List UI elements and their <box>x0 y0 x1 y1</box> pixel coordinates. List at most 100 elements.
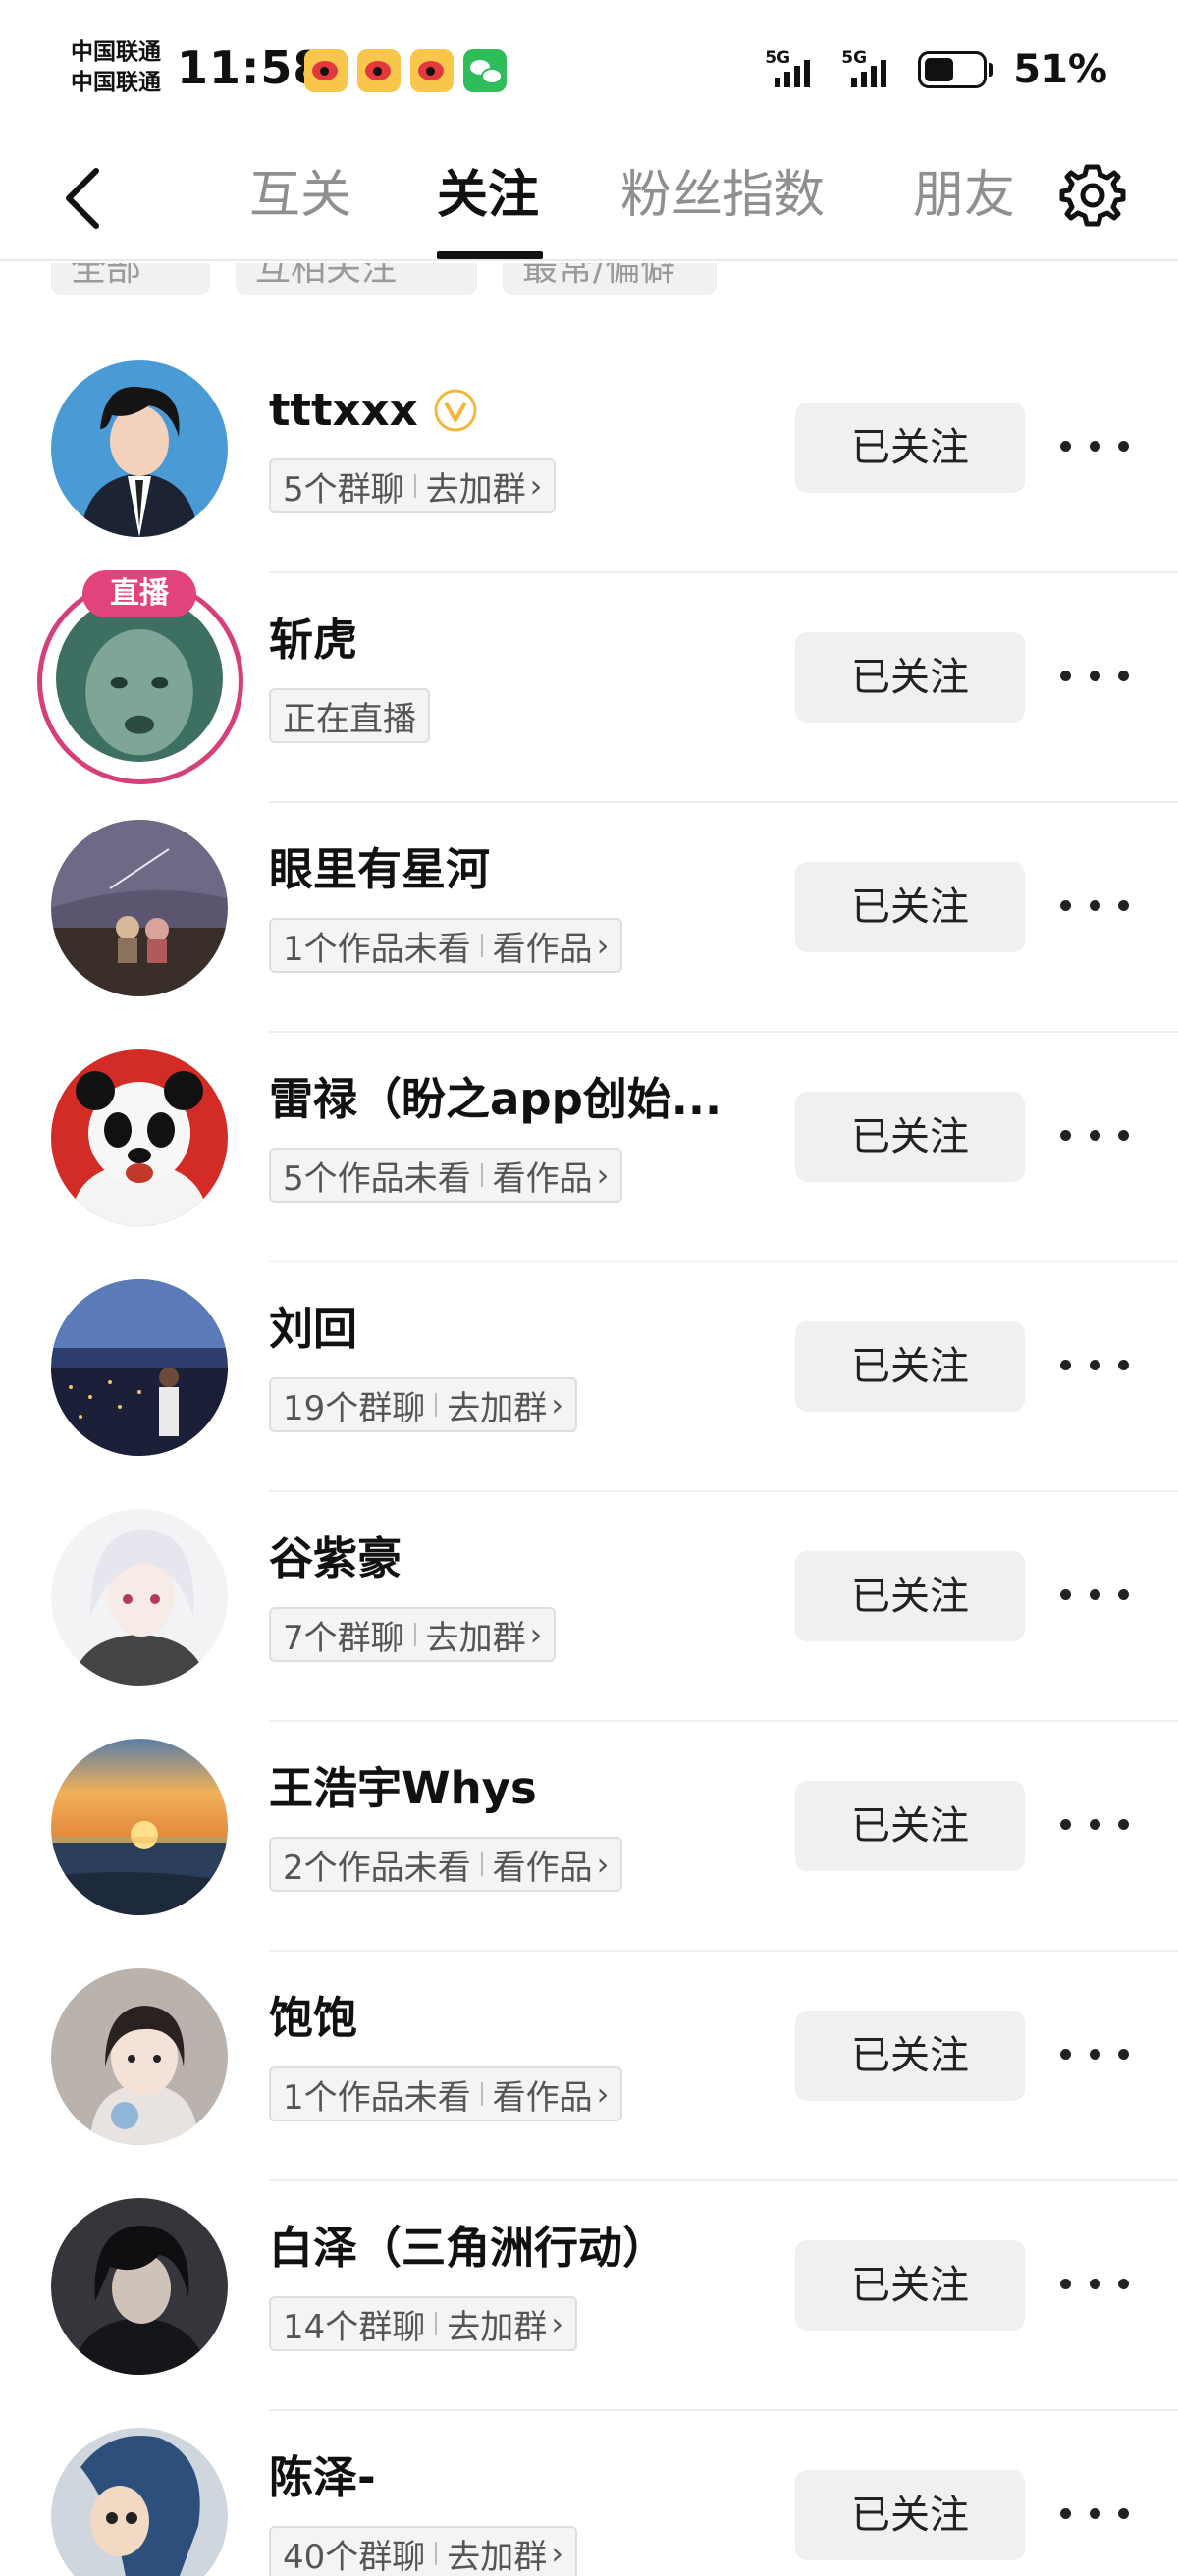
list-item[interactable]: 陈泽- 40个群聊 去加群 › 已关注 <box>0 2411 1178 2576</box>
unwatched-count: 1个作品未看 <box>283 2077 471 2118</box>
following-button[interactable]: 已关注 <box>795 1321 1025 1412</box>
user-name[interactable]: 雷禄（盼之app创始... <box>269 1070 722 1129</box>
view-works-link[interactable]: 看作品 <box>493 1841 593 1889</box>
unwatched-works-tag[interactable]: 1个作品未看 看作品 › <box>269 2066 623 2121</box>
following-button[interactable]: 已关注 <box>795 1781 1025 1871</box>
avatar[interactable] <box>51 1509 228 1686</box>
unwatched-count: 2个作品未看 <box>283 1848 471 1888</box>
filter-chip-frequent[interactable]: 最常/偏僻 <box>503 263 717 295</box>
avatar[interactable] <box>51 820 228 996</box>
list-item[interactable]: 直播 斩虎 正在直播 已关注 <box>0 570 1178 803</box>
filter-chip-all[interactable]: 全部 <box>51 263 210 295</box>
user-name[interactable]: 陈泽- <box>269 2448 376 2507</box>
list-item[interactable]: 刘回 19个群聊 去加群 › 已关注 <box>0 1262 1178 1492</box>
tab-mutual[interactable]: 互关 <box>249 161 351 230</box>
battery-percent: 51% <box>1013 47 1107 92</box>
chevron-right-icon: › <box>596 927 610 964</box>
weibo-icon <box>304 49 348 92</box>
following-button[interactable]: 已关注 <box>795 1551 1025 1641</box>
list-item[interactable]: 雷禄（盼之app创始... 5个作品未看 看作品 › 已关注 <box>0 1033 1178 1262</box>
more-options-button[interactable] <box>1060 426 1129 465</box>
unwatched-count: 5个作品未看 <box>283 1158 471 1199</box>
more-options-button[interactable] <box>1060 2034 1129 2073</box>
unwatched-works-tag[interactable]: 5个作品未看 看作品 › <box>269 1148 623 1203</box>
join-group-link[interactable]: 去加群 <box>447 2300 547 2348</box>
group-chat-tag[interactable]: 19个群聊 去加群 › <box>269 1377 578 1432</box>
more-options-button[interactable] <box>1060 1345 1129 1384</box>
chevron-right-icon: › <box>551 1386 564 1423</box>
group-chat-tag[interactable]: 14个群聊 去加群 › <box>269 2296 578 2351</box>
group-chat-tag[interactable]: 7个群聊 去加群 › <box>269 1607 557 1662</box>
unwatched-works-tag[interactable]: 1个作品未看 看作品 › <box>269 918 623 973</box>
verified-badge-icon <box>434 389 477 432</box>
view-works-link[interactable]: 看作品 <box>493 2070 593 2119</box>
join-group-link[interactable]: 去加群 <box>447 2530 547 2576</box>
carrier-2: 中国联通 <box>71 70 161 95</box>
unwatched-works-tag[interactable]: 2个作品未看 看作品 › <box>269 1837 623 1892</box>
avatar[interactable] <box>51 2428 228 2576</box>
list-item[interactable]: 白泽（三角洲行动） 14个群聊 去加群 › 已关注 <box>0 2181 1178 2411</box>
following-button[interactable]: 已关注 <box>795 2240 1025 2331</box>
following-button[interactable]: 已关注 <box>795 2011 1025 2101</box>
list-item[interactable]: 王浩宇Whys 2个作品未看 看作品 › 已关注 <box>0 1722 1178 1952</box>
more-options-button[interactable] <box>1060 2494 1129 2533</box>
more-options-button[interactable] <box>1060 1115 1129 1154</box>
list-item[interactable]: tttxxx 5个群聊 去加群 › 已关注 <box>0 344 1178 573</box>
avatar[interactable] <box>51 1968 228 2145</box>
wechat-icon <box>463 49 507 92</box>
following-button[interactable]: 已关注 <box>795 632 1025 723</box>
status-bar: 中国联通 中国联通 11:58 5G 5G 51% <box>0 0 1178 137</box>
live-status-text: 正在直播 <box>283 699 416 739</box>
user-name[interactable]: 眼里有星河 <box>269 840 490 899</box>
view-works-link[interactable]: 看作品 <box>493 922 593 970</box>
avatar[interactable] <box>51 1279 228 1456</box>
avatar[interactable] <box>56 595 223 762</box>
more-options-button[interactable] <box>1060 656 1129 695</box>
join-group-link[interactable]: 去加群 <box>426 462 526 510</box>
avatar[interactable] <box>51 2198 228 2375</box>
live-status-tag[interactable]: 正在直播 <box>269 688 430 743</box>
group-chat-tag[interactable]: 5个群聊 去加群 › <box>269 458 557 513</box>
following-button[interactable]: 已关注 <box>795 862 1025 952</box>
list-item[interactable]: 眼里有星河 1个作品未看 看作品 › 已关注 <box>0 803 1178 1033</box>
chevron-left-icon <box>66 168 99 229</box>
chevron-right-icon: › <box>596 2075 610 2113</box>
avatar[interactable] <box>51 1049 228 1226</box>
following-button[interactable]: 已关注 <box>795 402 1025 493</box>
tab-fans-index[interactable]: 粉丝指数 <box>620 161 825 230</box>
more-options-button[interactable] <box>1060 886 1129 925</box>
carrier-1: 中国联通 <box>71 39 161 65</box>
join-group-link[interactable]: 去加群 <box>447 1381 547 1429</box>
user-name[interactable]: 刘回 <box>269 1300 357 1359</box>
signal-icon: 5G <box>765 48 828 91</box>
unwatched-count: 1个作品未看 <box>283 929 471 969</box>
join-group-link[interactable]: 去加群 <box>426 1611 526 1659</box>
weibo-icon <box>357 49 401 92</box>
settings-button[interactable] <box>1058 161 1127 230</box>
user-name[interactable]: 谷紫豪 <box>269 1530 402 1588</box>
user-name[interactable]: 白泽（三角洲行动） <box>269 2219 667 2278</box>
more-options-button[interactable] <box>1060 1575 1129 1614</box>
list-item[interactable]: 谷紫豪 7个群聊 去加群 › 已关注 <box>0 1492 1178 1722</box>
chevron-right-icon: › <box>596 1156 610 1194</box>
user-name[interactable]: tttxxx <box>269 381 418 440</box>
view-works-link[interactable]: 看作品 <box>493 1152 593 1200</box>
tab-header: 互关 关注 粉丝指数 朋友 <box>0 137 1178 261</box>
more-options-button[interactable] <box>1060 2264 1129 2303</box>
user-name[interactable]: 饱饱 <box>269 1989 357 2048</box>
user-name[interactable]: 王浩宇Whys <box>269 1759 537 1818</box>
group-count: 7个群聊 <box>283 1618 404 1658</box>
tab-friends[interactable]: 朋友 <box>913 161 1015 230</box>
active-tab-indicator <box>437 251 543 259</box>
filter-chip-mutual[interactable]: 互相关注 <box>236 263 477 295</box>
tab-following[interactable]: 关注 <box>437 161 539 230</box>
back-button[interactable] <box>55 159 114 238</box>
user-name[interactable]: 斩虎 <box>269 611 357 670</box>
avatar[interactable] <box>51 360 228 537</box>
more-options-button[interactable] <box>1060 1804 1129 1844</box>
following-button[interactable]: 已关注 <box>795 2470 1025 2560</box>
list-item[interactable]: 饱饱 1个作品未看 看作品 › 已关注 <box>0 1952 1178 2181</box>
following-button[interactable]: 已关注 <box>795 1092 1025 1182</box>
group-chat-tag[interactable]: 40个群聊 去加群 › <box>269 2526 578 2576</box>
avatar[interactable] <box>51 1739 228 1915</box>
